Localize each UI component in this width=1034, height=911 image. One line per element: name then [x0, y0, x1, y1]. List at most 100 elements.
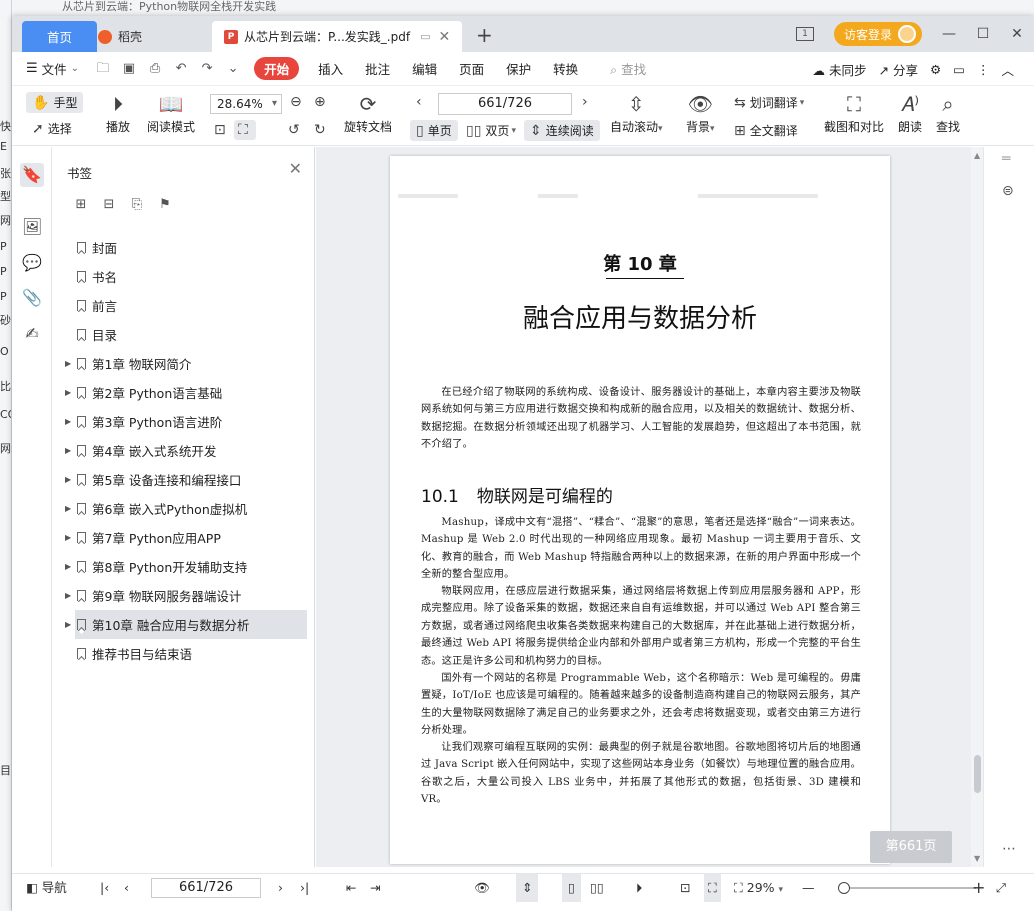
bookmark-item[interactable]: ▶ 第3章 Python语言进阶 [53, 407, 315, 436]
bookmark-item[interactable]: 前言 [53, 291, 315, 320]
tab-close-icon[interactable]: ✕ [439, 29, 451, 45]
attachment-icon[interactable]: 📎 [22, 288, 42, 308]
read-mode-button[interactable]: 📖 阅读模式 [147, 92, 195, 135]
full-translate-button[interactable]: ⊞ 全文翻译 [734, 122, 798, 139]
close-window-icon[interactable]: ✕ [1004, 26, 1030, 42]
single-page-button[interactable]: ▯ 单页 [410, 120, 458, 141]
minimize-icon[interactable]: — [936, 26, 962, 42]
scroll-up-icon[interactable]: ▲ [974, 151, 980, 160]
menu-convert[interactable]: 转换 [542, 59, 589, 78]
more-dropdown-icon[interactable]: ⌄ [226, 61, 240, 76]
save-icon[interactable]: ▣ [122, 61, 136, 76]
document-viewport[interactable]: 第 10 章 融合应用与数据分析 在已经介绍了物联网的系统构成、设备设计、服务器… [316, 147, 971, 867]
last-page-icon[interactable]: ›| [300, 874, 309, 902]
more-icon[interactable]: ⋮ [971, 62, 996, 77]
single-page-icon[interactable]: ▯ [562, 874, 581, 902]
expand-arrow-icon[interactable]: ▶ [65, 417, 71, 426]
rotate-right-button[interactable]: ↻ [314, 122, 330, 138]
word-translate-button[interactable]: ⇆ 划词翻译 ▾ [734, 94, 804, 111]
scroll-down-icon[interactable]: ▼ [974, 854, 980, 863]
bookmark-item[interactable]: ▶ 第4章 嵌入式系统开发 [53, 436, 315, 465]
hand-tool-button[interactable]: ✋ 手型 [26, 92, 84, 113]
add-bookmark-icon[interactable]: ⊞ [73, 197, 89, 213]
new-tab-button[interactable]: + [476, 23, 493, 47]
feedback-icon[interactable]: ▭ [947, 62, 971, 77]
menu-edit[interactable]: 编辑 [401, 59, 448, 78]
zoom-slider[interactable] [838, 887, 976, 889]
bookmark-item[interactable]: ▶ 第9章 物联网服务器端设计 [53, 581, 315, 610]
comment-icon[interactable]: 💬 [22, 253, 42, 273]
add-sub-bookmark-icon[interactable]: ⊟ [101, 197, 117, 213]
undo-icon[interactable]: ↶ [174, 61, 188, 76]
fullscreen-icon[interactable]: ⤢ [996, 874, 1006, 902]
find-button[interactable]: ⌕ 查找 [936, 92, 960, 135]
expand-arrow-icon[interactable]: ▶ [65, 388, 71, 397]
menu-protect[interactable]: 保护 [495, 59, 542, 78]
bookmark-item[interactable]: ▶ 第6章 嵌入式Python虚拟机 [53, 494, 315, 523]
vertical-scrollbar[interactable]: ▲ ▼ [971, 147, 983, 867]
close-icon[interactable]: ✕ [289, 159, 302, 178]
rotate-document-button[interactable]: ⟳ 旋转文档 [344, 92, 392, 135]
bookmark-item[interactable]: ▶ 第1章 物联网简介 [53, 349, 315, 378]
back-icon[interactable]: ⇤ [346, 874, 356, 902]
expand-arrow-icon[interactable]: ▶ [65, 475, 71, 484]
maximize-icon[interactable]: ☐ [970, 26, 996, 42]
expand-arrow-icon[interactable]: ▶ [65, 533, 71, 542]
open-folder-icon[interactable]: 🗀 [96, 61, 110, 76]
bookmark-item[interactable]: 书名 [53, 262, 315, 291]
fit-page-button[interactable]: ⛶ [234, 120, 256, 140]
scrollbar-thumb[interactable] [974, 755, 981, 793]
zoom-select[interactable]: ⛶ 29% ▾ [734, 874, 783, 902]
menu-insert[interactable]: 插入 [307, 59, 354, 78]
rotate-left-button[interactable]: ↺ [288, 122, 304, 138]
expand-arrow-icon[interactable]: ▶ [65, 562, 71, 571]
expand-arrow-icon[interactable]: ▶ [65, 620, 71, 629]
status-page-input[interactable]: 661/726 [151, 878, 261, 898]
zoom-in-icon[interactable]: + [972, 874, 985, 902]
next-page-button[interactable]: › [582, 94, 592, 110]
menu-comment[interactable]: 批注 [354, 59, 401, 78]
menu-search[interactable]: ⌕ 查找 [599, 59, 657, 78]
continuous-read-icon[interactable]: ⇕ [516, 874, 539, 902]
thumbnail-icon[interactable]: 🖼 [22, 217, 42, 237]
continuous-read-button[interactable]: ⇕ 连续阅读 [524, 120, 600, 141]
zoom-select[interactable]: 28.64% [210, 94, 282, 114]
bookmark-item[interactable]: 推荐书目与结束语 [53, 639, 315, 668]
prev-page-button[interactable]: ‹ [416, 94, 426, 110]
play-icon[interactable]: ⏵ [636, 874, 642, 902]
file-menu[interactable]: ☰ 文件 ⌄ [12, 59, 90, 78]
bookmark-panel-icon[interactable]: 🔖 [20, 163, 44, 187]
play-button[interactable]: ⏵ 播放 [106, 92, 130, 135]
zoom-slider-knob[interactable] [838, 882, 850, 894]
drag-handle-icon[interactable]: ═ [1002, 151, 1010, 167]
tab-home[interactable]: 首页 [22, 21, 97, 52]
bookmark-item[interactable]: ▶ 第2章 Python语言基础 [53, 378, 315, 407]
sync-status[interactable]: ☁ 未同步 [806, 60, 872, 79]
zoom-out-button[interactable]: ⊖ [290, 94, 306, 110]
bookmark-item[interactable]: 封面 [53, 233, 315, 262]
background-button[interactable]: 👁 背景▾ [686, 92, 715, 135]
settings-icon[interactable]: ⚙ [924, 62, 947, 77]
ai-search-icon[interactable]: ⊜ [1002, 183, 1014, 199]
more-options-icon[interactable]: ⋯ [1002, 841, 1016, 857]
prev-page-icon[interactable]: ‹ [124, 874, 129, 902]
bookmark-item[interactable]: ▶ 第8章 Python开发辅助支持 [53, 552, 315, 581]
bookmark-item[interactable]: ▶ 第5章 设备连接和编程接口 [53, 465, 315, 494]
bookmark-flag-icon[interactable]: ⚑ [157, 197, 173, 213]
double-page-button[interactable]: ▯▯ 双页 ▾ [466, 122, 516, 139]
tab-docer[interactable]: 稻壳 [88, 21, 208, 52]
tab-popout-icon[interactable]: ▭ [420, 30, 430, 43]
zoom-out-icon[interactable]: — [802, 874, 815, 902]
zoom-in-button[interactable]: ⊕ [314, 94, 330, 110]
page-number-input[interactable]: 661/726 [438, 93, 572, 115]
eye-icon[interactable]: 👁 [474, 874, 490, 902]
actual-size-button[interactable]: ⊡ [214, 122, 230, 138]
bookmark-item[interactable]: ▶ 第10章 融合应用与数据分析 [65, 610, 307, 639]
auto-scroll-button[interactable]: ⇳ 自动滚动▾ [610, 92, 663, 135]
fit-page-icon[interactable]: ⛶ [704, 874, 721, 902]
double-page-icon[interactable]: ▯▯ [590, 874, 604, 902]
menu-page[interactable]: 页面 [448, 59, 495, 78]
bookmark-expand-icon[interactable]: ⎘ [129, 197, 145, 213]
expand-arrow-icon[interactable]: ▶ [65, 446, 71, 455]
expand-arrow-icon[interactable]: ▶ [65, 504, 71, 513]
